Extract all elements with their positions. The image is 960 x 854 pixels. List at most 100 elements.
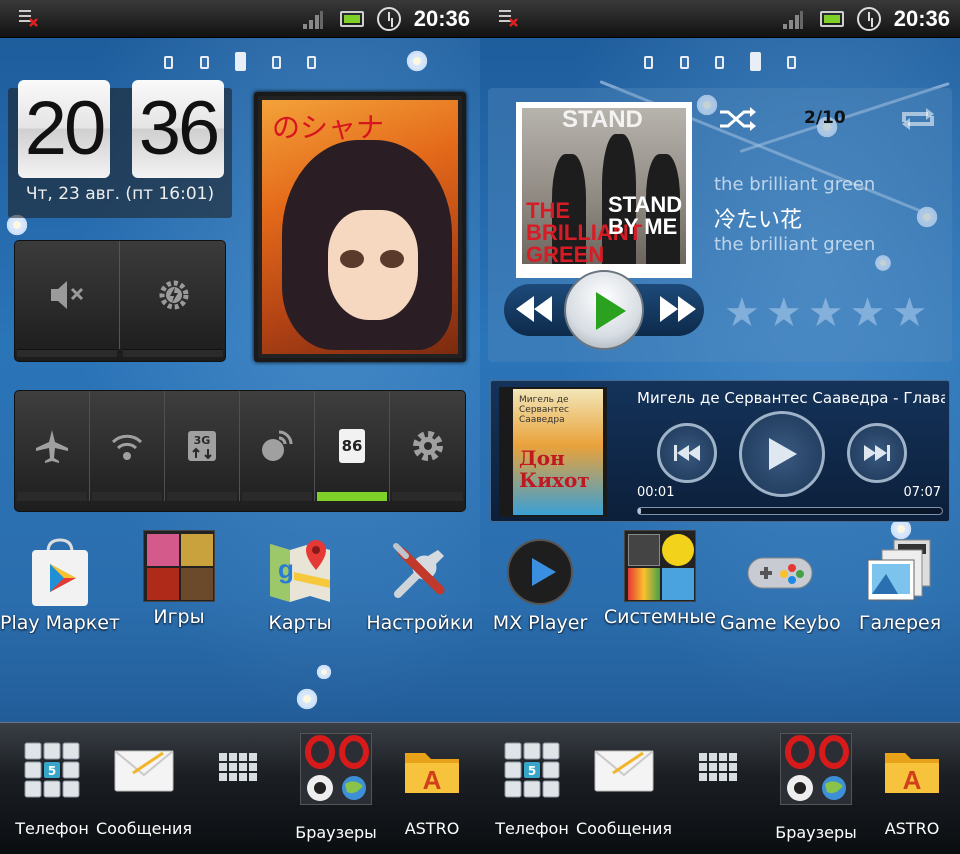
shuffle-button[interactable] <box>718 104 758 141</box>
rating-star[interactable]: ★ <box>766 290 808 336</box>
status-bar[interactable]: 20:36 <box>0 0 480 38</box>
app-gallery[interactable]: Галерея <box>840 536 960 634</box>
dock-browsers-folder[interactable]: Браузеры <box>284 733 388 842</box>
flower-decoration <box>312 660 336 684</box>
app-games-folder[interactable]: Игры <box>119 530 239 628</box>
page-indicator[interactable] <box>480 52 960 74</box>
rating-star[interactable]: ★ <box>808 290 850 336</box>
rating-star[interactable]: ★ <box>891 290 933 336</box>
page-dot[interactable] <box>272 56 281 69</box>
toggle-mobile-data[interactable]: 3G <box>165 391 240 501</box>
dock-phone[interactable]: 5 Телефон <box>480 739 584 838</box>
browsers-folder-icon <box>780 733 852 805</box>
rating-star[interactable]: ★ <box>724 290 766 336</box>
dock-label: Телефон <box>15 819 89 838</box>
page-dot[interactable] <box>307 56 316 69</box>
settings-tools-icon <box>384 536 456 608</box>
page-dot-active[interactable] <box>750 52 761 71</box>
dock-astro[interactable]: A ASTRO <box>860 739 960 838</box>
app-label: Карты <box>268 612 332 634</box>
toggle-gps[interactable] <box>240 391 315 501</box>
flower-decoration <box>290 682 324 716</box>
brightness-icon <box>159 280 188 310</box>
clock-minutes: 36 <box>132 80 224 178</box>
page-indicator[interactable] <box>0 52 480 74</box>
play-store-icon <box>24 536 96 608</box>
fast-forward-icon <box>660 296 696 322</box>
astro-folder-icon: A <box>401 739 463 801</box>
dock-app-drawer[interactable] <box>188 739 292 801</box>
dock-label: Телефон <box>495 819 569 838</box>
envelope-icon <box>113 739 175 801</box>
envelope-icon <box>593 739 655 801</box>
page-dot[interactable] <box>715 56 724 69</box>
mx-audio-widget: Мигель де Сервантес Сааведра Дон Кихот М… <box>490 380 950 522</box>
page-dot[interactable] <box>200 56 209 69</box>
dock-app-drawer[interactable] <box>668 739 772 801</box>
track-title: 冷たい花 <box>714 208 803 233</box>
dock-label: ASTRO <box>884 819 940 838</box>
toggle-airplane[interactable] <box>15 391 90 501</box>
dock-messages[interactable]: Сообщения <box>572 739 676 838</box>
cover-author: Мигель де Сервантес Сааведра <box>519 395 569 425</box>
clock-date: Чт, 23 авг. (пт 16:01) <box>25 184 215 204</box>
page-dot[interactable] <box>680 56 689 69</box>
app-grid-icon <box>689 739 751 801</box>
toggle-settings[interactable] <box>390 391 465 501</box>
mx-player-icon <box>504 536 576 608</box>
app-settings[interactable]: Настройки <box>360 536 480 634</box>
page-dot[interactable] <box>787 56 796 69</box>
album-art[interactable]: STAND THE BRILLIANT GREEN STAND BY ME <box>516 102 692 278</box>
dock-phone[interactable]: 5 Телефон <box>0 739 104 838</box>
anime-photo: のシャナ <box>262 100 458 354</box>
next-icon <box>864 445 890 461</box>
track-counter: 2/10 <box>804 108 846 128</box>
page-dot[interactable] <box>164 56 173 69</box>
play-button[interactable] <box>564 270 644 350</box>
album-cover-band-text: THE BRILLIANT GREEN <box>526 198 643 265</box>
rating-star[interactable]: ★ <box>850 290 892 336</box>
audiobook-cover[interactable]: Мигель де Сервантес Сааведра Дон Кихот <box>499 387 607 517</box>
signal-icon <box>783 11 803 29</box>
fast-forward-button[interactable] <box>658 294 698 331</box>
mute-toggle[interactable] <box>15 241 120 349</box>
power-control-bar: 3G 86 <box>14 390 466 512</box>
status-time: 20:36 <box>893 6 950 31</box>
app-mx-player[interactable]: MX Player <box>480 536 600 634</box>
mx-previous-button[interactable] <box>657 423 717 483</box>
notification-icon <box>499 10 518 27</box>
games-folder-icon <box>143 530 215 602</box>
app-game-keyboard[interactable]: Game Keybo <box>720 536 840 634</box>
app-play-market[interactable]: Play Маркет <box>0 536 120 634</box>
app-label: Галерея <box>858 612 942 634</box>
svg-text:A: A <box>423 765 442 795</box>
app-grid-icon <box>209 739 271 801</box>
dock-astro[interactable]: A ASTRO <box>380 739 480 838</box>
mx-play-button[interactable] <box>739 411 825 497</box>
app-label: Play Маркет <box>0 612 120 634</box>
dock-messages[interactable]: Сообщения <box>92 739 196 838</box>
battery-icon <box>340 11 364 27</box>
auto-brightness-toggle[interactable] <box>121 241 226 349</box>
mx-progress-bar[interactable] <box>637 507 943 515</box>
app-system-folder[interactable]: Системные <box>600 530 720 628</box>
page-dot-active[interactable] <box>235 52 246 71</box>
photo-frame-widget[interactable]: のシャナ <box>254 92 466 362</box>
status-bar[interactable]: 20:36 <box>480 0 960 38</box>
phone-dialpad-icon: 5 <box>501 739 563 801</box>
rewind-button[interactable] <box>514 294 554 331</box>
toggle-wifi[interactable] <box>90 391 165 501</box>
dock-label: Сообщения <box>575 819 672 838</box>
rating-stars[interactable]: ★★★★★ <box>724 290 933 336</box>
app-label: Системные <box>603 606 717 628</box>
repeat-button[interactable] <box>898 104 938 141</box>
mx-next-button[interactable] <box>847 423 907 483</box>
toggle-battery[interactable]: 86 <box>315 391 390 501</box>
page-dot[interactable] <box>644 56 653 69</box>
app-maps[interactable]: g Карты <box>240 536 360 634</box>
status-time: 20:36 <box>413 6 470 31</box>
dock-browsers-folder[interactable]: Браузеры <box>764 733 868 842</box>
battery-level: 86 <box>339 429 365 463</box>
phone-dialpad-icon: 5 <box>21 739 83 801</box>
clock-widget[interactable]: 20 36 Чт, 23 авг. (пт 16:01) <box>8 80 232 218</box>
